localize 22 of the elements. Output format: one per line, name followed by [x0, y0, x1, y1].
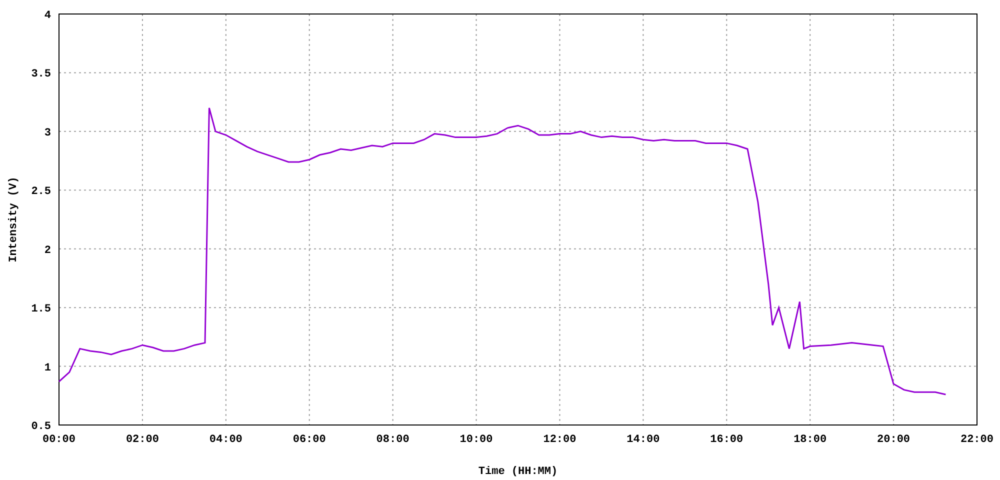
x-tick-label: 08:00 [376, 434, 410, 446]
y-tick-label: 1 [44, 362, 51, 374]
y-axis-label: Intensity (V) [8, 176, 20, 262]
y-tick-label: 3 [44, 127, 51, 140]
x-axis-label: Time (HH:MM) [478, 466, 558, 478]
y-tick-label: 2 [44, 244, 51, 257]
y-tick-label: 2.5 [31, 186, 51, 198]
y-tick-label: 3.5 [31, 68, 51, 81]
x-tick-label: 12:00 [543, 434, 576, 446]
x-tick-label: 00:00 [42, 434, 76, 446]
x-tick-label: 10:00 [460, 434, 493, 446]
x-tick-label: 16:00 [710, 434, 744, 446]
y-tick-label: 4 [44, 10, 51, 22]
x-tick-label: 04:00 [209, 434, 242, 446]
x-tick-label: 02:00 [126, 434, 159, 446]
x-tick-label: 22:00 [960, 434, 994, 446]
x-tick-label: 20:00 [877, 434, 910, 446]
y-tick-label: 0.5 [31, 421, 51, 433]
x-tick-label: 14:00 [626, 434, 660, 446]
y-tick-label: 1.5 [31, 304, 51, 316]
x-tick-label: 06:00 [292, 434, 326, 446]
x-tick-label: 18:00 [794, 434, 827, 446]
